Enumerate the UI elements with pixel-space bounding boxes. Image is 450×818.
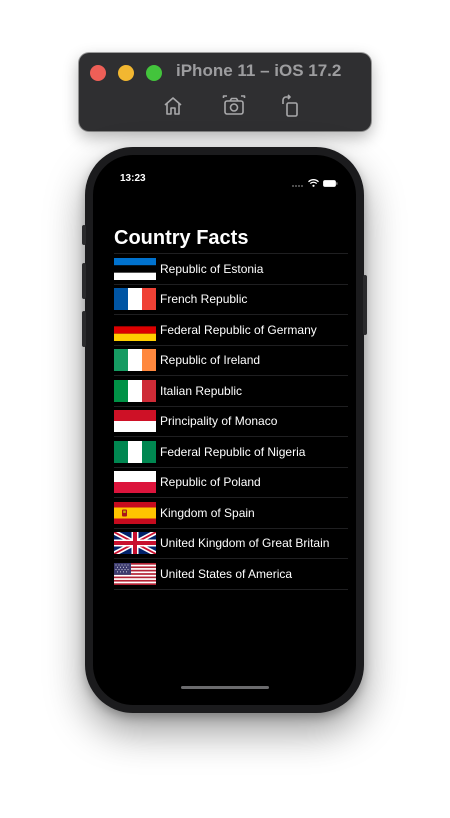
country-name: Republic of Ireland	[160, 353, 261, 368]
battery-icon	[323, 179, 338, 187]
rotate-icon[interactable]	[279, 94, 303, 118]
iphone-device-frame: 13:23 Country Facts Republic of Estonia …	[82, 147, 367, 713]
country-name: Kingdom of Spain	[160, 505, 255, 520]
page-title: Country Facts	[114, 227, 249, 249]
usa-flag-icon	[114, 562, 156, 585]
list-item[interactable]: Federal Republic of Nigeria	[114, 437, 348, 468]
ireland-flag-icon	[114, 349, 156, 372]
list-item[interactable]: Principality of Monaco	[114, 407, 348, 437]
list-item[interactable]: Kingdom of Spain	[114, 498, 348, 529]
country-name: Federal Republic of Nigeria	[160, 444, 306, 459]
status-indicators	[292, 174, 338, 192]
close-window-button[interactable]	[90, 65, 106, 81]
poland-flag-icon	[114, 471, 156, 494]
list-item[interactable]: Italian Republic	[114, 376, 348, 407]
silent-switch[interactable]	[82, 225, 86, 245]
country-name: United Kingdom of Great Britain	[160, 536, 330, 551]
list-item[interactable]: Republic of Poland	[114, 468, 348, 498]
home-icon[interactable]	[161, 94, 185, 118]
italy-flag-icon	[114, 379, 156, 402]
volume-down-button[interactable]	[82, 311, 86, 347]
list-item[interactable]: French Republic	[114, 285, 348, 315]
cellular-signal-icon	[292, 174, 304, 192]
volume-up-button[interactable]	[82, 263, 86, 299]
simulator-toolbar: iPhone 11 – iOS 17.2	[79, 53, 371, 131]
country-name: Italian Republic	[160, 383, 243, 398]
window-title: iPhone 11 – iOS 17.2	[176, 61, 342, 80]
country-name: French Republic	[160, 292, 248, 307]
minimize-window-button[interactable]	[118, 65, 134, 81]
country-name: Principality of Monaco	[160, 414, 278, 429]
zoom-window-button[interactable]	[146, 65, 162, 81]
list-item[interactable]: Republic of Estonia	[114, 254, 348, 285]
power-button[interactable]	[363, 275, 367, 335]
home-indicator[interactable]	[181, 686, 269, 689]
list-item[interactable]: United Kingdom of Great Britain	[114, 529, 348, 559]
nigeria-flag-icon	[114, 440, 156, 463]
status-time: 13:23	[120, 173, 146, 184]
uk-flag-icon	[114, 532, 156, 555]
device-screen: 13:23 Country Facts Republic of Estonia …	[93, 155, 356, 705]
estonia-flag-icon	[114, 257, 156, 280]
screenshot-icon[interactable]	[222, 94, 246, 118]
germany-flag-icon	[114, 318, 156, 341]
country-list: Republic of Estonia French Republic Fede…	[114, 253, 348, 590]
spain-flag-icon	[114, 501, 156, 524]
country-name: Republic of Poland	[160, 475, 261, 490]
wifi-icon	[308, 179, 319, 187]
list-item[interactable]: United States of America	[114, 559, 348, 590]
list-item[interactable]: Federal Republic of Germany	[114, 315, 348, 346]
france-flag-icon	[114, 288, 156, 311]
monaco-flag-icon	[114, 410, 156, 433]
country-name: Federal Republic of Germany	[160, 322, 317, 337]
country-name: Republic of Estonia	[160, 261, 264, 276]
list-item[interactable]: Republic of Ireland	[114, 346, 348, 376]
country-name: United States of America	[160, 566, 293, 581]
